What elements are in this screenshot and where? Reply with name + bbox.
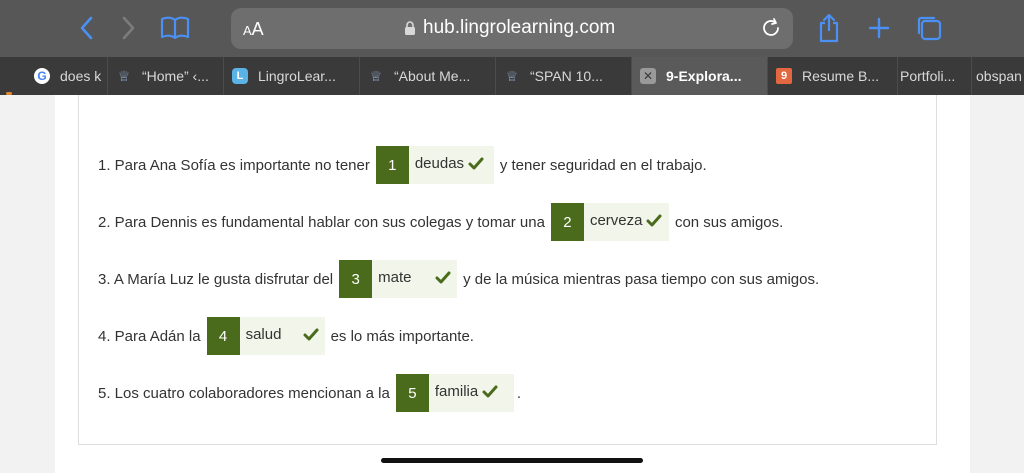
tab-label: “Home” ‹... — [142, 68, 209, 84]
answer-blank[interactable]: 4 salud — [206, 317, 325, 355]
tab-does-k[interactable]: G does k — [26, 57, 108, 95]
tab-label: Resume B... — [802, 68, 880, 84]
sentence-start: 2. Para Dennis es fundamental hablar con… — [98, 213, 545, 231]
tab-lingrolearning[interactable]: L LingroLear... — [224, 57, 360, 95]
reader-options-button[interactable]: AA — [243, 19, 264, 40]
tab-label: Portfoli... — [900, 68, 956, 84]
crown-icon: ♕ — [117, 67, 131, 84]
url-text: hub.lingrolearning.com — [423, 17, 616, 38]
tab-home[interactable]: ♕ “Home” ‹... — [108, 57, 224, 95]
tab-label: “About Me... — [394, 68, 471, 84]
tab-portfolio[interactable]: Portfoli... — [898, 57, 972, 95]
answer-text: mate — [378, 268, 412, 286]
tab-exploration-active[interactable]: ✕ 9-Explora... — [632, 57, 768, 95]
blank-number: 5 — [395, 374, 429, 412]
answer-text: salud — [245, 325, 282, 343]
answer-slot[interactable]: mate — [372, 260, 458, 298]
answer-text: familia — [434, 382, 479, 400]
browser-toolbar: AA hub.lingrolearning.com — [0, 0, 1024, 57]
sentence-end: con sus amigos. — [674, 213, 784, 231]
blank-number: 3 — [339, 260, 373, 298]
close-icon[interactable]: ✕ — [640, 68, 656, 84]
blank-number: 1 — [375, 146, 409, 184]
new-tab-icon[interactable] — [864, 12, 894, 44]
back-icon[interactable] — [71, 12, 101, 44]
share-icon[interactable] — [814, 12, 844, 44]
sentence-start: 4. Para Adán la — [98, 327, 201, 345]
tab-label: LingroLear... — [258, 68, 336, 84]
crown-icon: ♕ — [505, 67, 519, 84]
resume-site-icon: 9 — [776, 68, 792, 84]
tab-about-me[interactable]: ♕ “About Me... — [360, 57, 496, 95]
checkmark-icon — [303, 328, 319, 345]
answer-slot[interactable]: salud — [239, 317, 325, 355]
tab-label: 9-Explora... — [666, 68, 742, 84]
checkmark-icon — [482, 385, 498, 402]
reload-icon[interactable] — [760, 17, 782, 44]
answer-text: cerveza — [589, 211, 643, 229]
exercise-item-5: 5. Los cuatro colaboradores mencionan a … — [98, 374, 521, 412]
sentence-start: 1. Para Ana Sofía es importante no tener — [98, 156, 370, 174]
google-icon: G — [34, 68, 50, 84]
sentence-end: y de la música mientras pasa tiempo con … — [463, 270, 820, 288]
forward-icon[interactable] — [114, 12, 144, 44]
blank-number: 4 — [206, 317, 240, 355]
exercise-item-2: 2. Para Dennis es fundamental hablar con… — [98, 203, 783, 241]
checkmark-icon — [646, 214, 662, 231]
tab-label: obspan — [976, 68, 1022, 84]
lingro-icon: L — [232, 68, 248, 84]
sentence-start: 5. Los cuatro colaboradores mencionan a … — [98, 384, 390, 402]
blank-number: 2 — [550, 203, 584, 241]
sentence-end: es lo más importante. — [330, 327, 474, 345]
answer-slot[interactable]: familia — [428, 374, 514, 412]
checkmark-icon — [435, 271, 451, 288]
tab-obspan[interactable]: obspan — [972, 57, 1024, 95]
sentence-end: y tener seguridad en el trabajo. — [499, 156, 707, 174]
tab-strip: G does k ♕ “Home” ‹... L LingroLear... ♕… — [0, 57, 1024, 95]
bookmarks-icon[interactable] — [160, 12, 190, 44]
answer-blank[interactable]: 5 familia — [395, 374, 514, 412]
loading-indicator — [6, 92, 12, 95]
address-bar[interactable]: AA hub.lingrolearning.com — [231, 8, 793, 49]
tabs-overview-icon[interactable] — [914, 12, 944, 44]
answer-slot[interactable]: deudas — [408, 146, 494, 184]
exercise-item-3: 3. A María Luz le gusta disfrutar del 3 … — [98, 260, 819, 298]
answer-text: deudas — [414, 154, 465, 172]
sentence-end: . — [516, 384, 522, 402]
home-indicator[interactable] — [381, 458, 643, 463]
tab-span[interactable]: ♕ “SPAN 10... — [496, 57, 632, 95]
tab-label: does k — [60, 68, 102, 84]
crown-icon: ♕ — [369, 67, 383, 84]
answer-blank[interactable]: 3 mate — [339, 260, 458, 298]
exercise-item-1: 1. Para Ana Sofía es importante no tener… — [98, 146, 707, 184]
answer-blank[interactable]: 1 deudas — [375, 146, 494, 184]
tab-label: “SPAN 10... — [530, 68, 603, 84]
sentence-start: 3. A María Luz le gusta disfrutar del — [98, 270, 334, 288]
answer-slot[interactable]: cerveza — [583, 203, 669, 241]
tab-resume[interactable]: 9 Resume B... — [768, 57, 898, 95]
answer-blank[interactable]: 2 cerveza — [550, 203, 669, 241]
checkmark-icon — [468, 157, 484, 174]
exercise-item-4: 4. Para Adán la 4 salud es lo más import… — [98, 317, 474, 355]
lock-icon — [404, 21, 416, 41]
